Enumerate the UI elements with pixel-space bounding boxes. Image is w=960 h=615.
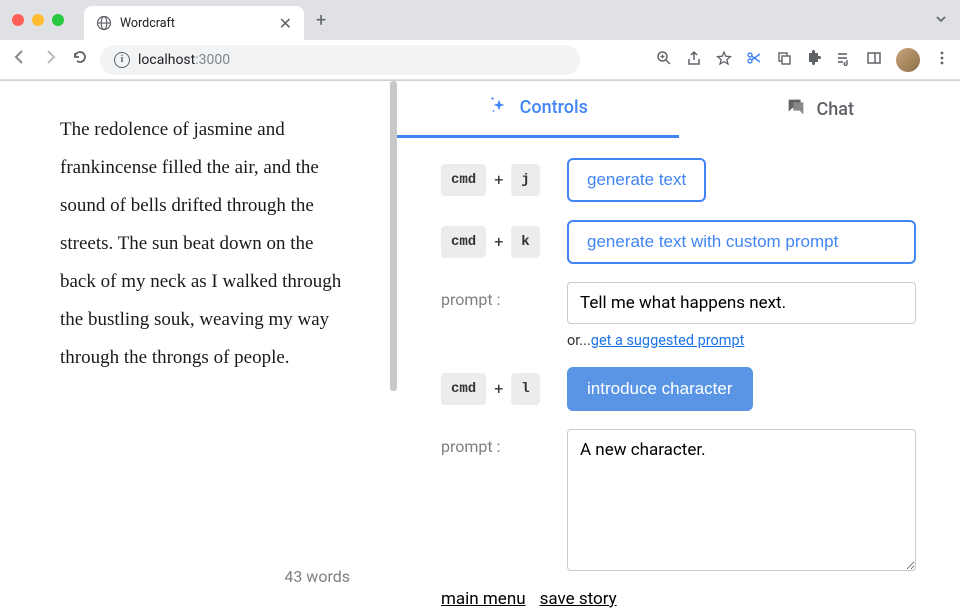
back-button[interactable] (10, 48, 30, 71)
app-content: The redolence of jasmine and frankincens… (0, 81, 960, 615)
share-icon[interactable] (686, 50, 702, 70)
controls-pane: Controls Chat cmd + j generate text (397, 81, 960, 615)
introduce-character-button[interactable]: introduce character (567, 367, 753, 411)
generate-custom-button[interactable]: generate text with custom prompt (567, 220, 916, 264)
browser-tab[interactable]: Wordcraft ✕ (84, 6, 304, 40)
character-prompt-row: prompt : (441, 429, 916, 571)
plus-icon: + (494, 379, 503, 398)
chevron-down-icon[interactable] (934, 11, 948, 30)
custom-prompt-row: prompt : or...get a suggested prompt (441, 282, 916, 349)
globe-icon (96, 15, 112, 31)
close-window-button[interactable] (12, 14, 24, 26)
window-controls (12, 14, 64, 26)
tab-controls[interactable]: Controls (397, 81, 679, 138)
control-generate-text: cmd + j generate text (441, 158, 916, 202)
tab-chat[interactable]: Chat (679, 81, 960, 138)
maximize-window-button[interactable] (52, 14, 64, 26)
sparkle-icon (488, 94, 510, 121)
tab-title: Wordcraft (120, 16, 271, 31)
browser-toolbar: i localhost:3000 (0, 40, 960, 80)
menu-icon[interactable] (934, 50, 950, 70)
tabs-header: Controls Chat (397, 81, 960, 138)
generate-text-button[interactable]: generate text (567, 158, 706, 202)
scissors-icon[interactable] (746, 50, 762, 70)
shortcut-cmd-l: cmd + l (441, 367, 551, 405)
tab-bar: Wordcraft ✕ + (0, 0, 960, 40)
plus-icon: + (494, 170, 503, 189)
tab-chat-label: Chat (817, 99, 854, 120)
minimize-window-button[interactable] (32, 14, 44, 26)
new-tab-button[interactable]: + (316, 10, 326, 31)
star-icon[interactable] (716, 50, 732, 70)
control-generate-custom: cmd + k generate text with custom prompt (441, 220, 916, 264)
shortcut-cmd-k: cmd + k (441, 220, 551, 258)
story-text[interactable]: The redolence of jasmine and frankincens… (60, 111, 350, 377)
playlist-icon[interactable] (836, 50, 852, 70)
url-host: localhost:3000 (138, 52, 230, 68)
browser-chrome: Wordcraft ✕ + i localhost:3000 (0, 0, 960, 81)
editor-pane: The redolence of jasmine and frankincens… (0, 81, 390, 615)
control-introduce-character: cmd + l introduce character (441, 367, 916, 411)
reload-button[interactable] (70, 48, 90, 71)
tab-controls-label: Controls (520, 97, 588, 118)
zoom-icon[interactable] (656, 50, 672, 70)
footer-links: main menu save story (441, 589, 916, 615)
word-count: 43 words (284, 567, 350, 586)
custom-prompt-input[interactable] (567, 282, 916, 324)
chat-icon (785, 96, 807, 123)
forward-button[interactable] (40, 48, 60, 71)
address-bar[interactable]: i localhost:3000 (100, 45, 580, 75)
close-tab-icon[interactable]: ✕ (279, 14, 292, 33)
character-prompt-input[interactable] (567, 429, 916, 571)
key-l: l (511, 373, 539, 405)
key-k: k (511, 226, 539, 258)
profile-avatar[interactable] (896, 48, 920, 72)
prompt-label: prompt : (441, 429, 551, 456)
key-j: j (511, 164, 539, 196)
key-cmd: cmd (441, 164, 486, 196)
info-icon: i (114, 52, 130, 68)
shortcut-cmd-j: cmd + j (441, 158, 551, 196)
key-cmd: cmd (441, 373, 486, 405)
extensions-icon[interactable] (806, 50, 822, 70)
suggest-prompt-link[interactable]: get a suggested prompt (591, 332, 745, 349)
prompt-label: prompt : (441, 282, 551, 309)
sidebar-icon[interactable] (866, 50, 882, 70)
save-story-link[interactable]: save story (540, 589, 617, 609)
controls-body: cmd + j generate text cmd + k generate t… (397, 138, 960, 615)
toolbar-actions (656, 48, 950, 72)
key-cmd: cmd (441, 226, 486, 258)
suggest-prompt-row: or...get a suggested prompt (567, 332, 916, 349)
copy-icon[interactable] (776, 50, 792, 70)
plus-icon: + (494, 232, 503, 251)
pane-divider[interactable] (390, 81, 397, 615)
main-menu-link[interactable]: main menu (441, 589, 526, 609)
